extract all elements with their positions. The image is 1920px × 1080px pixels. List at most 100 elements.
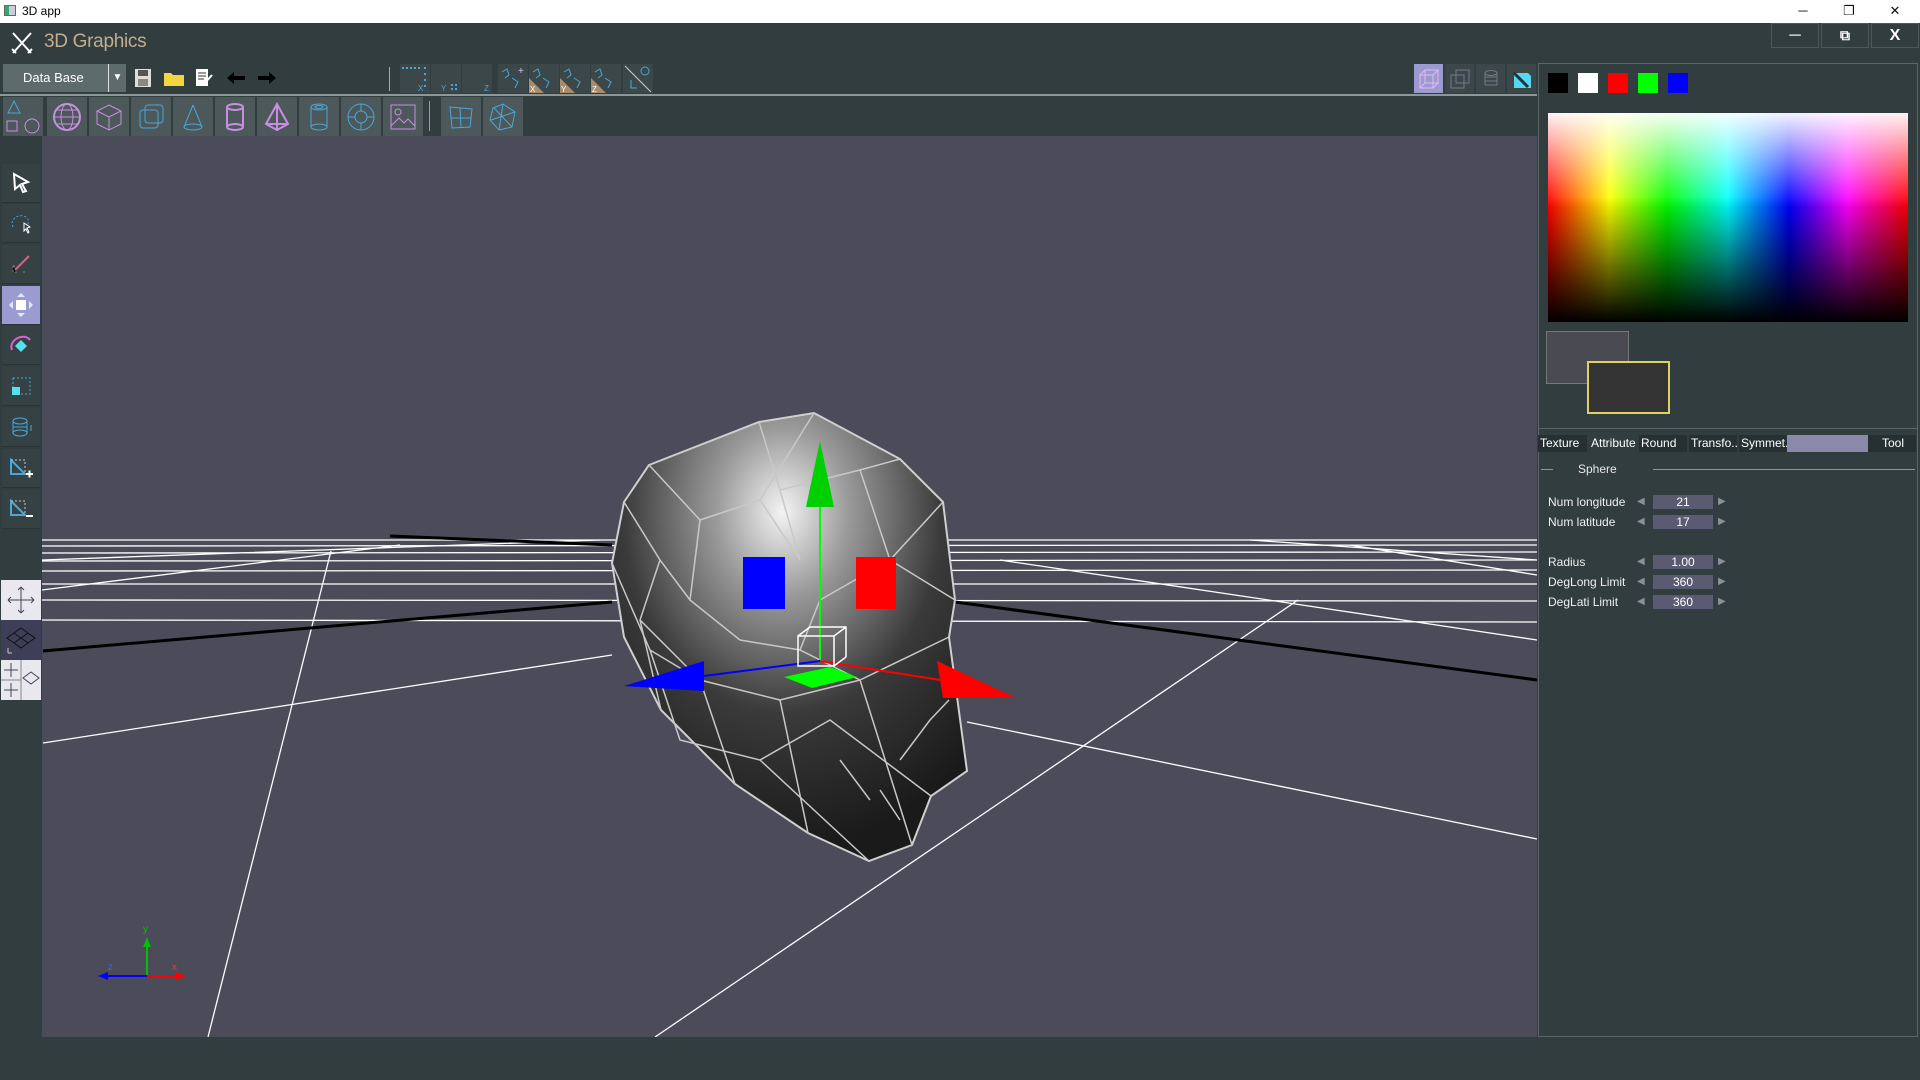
cone-button[interactable] (173, 97, 213, 136)
rotate-tool[interactable] (2, 326, 40, 365)
param-value-field[interactable]: 1.00 (1653, 555, 1713, 569)
os-close-button[interactable]: ✕ (1872, 0, 1918, 23)
tab-texture[interactable]: Texture (1538, 435, 1587, 452)
increment-arrow-icon[interactable]: ▶ (1718, 496, 1726, 507)
scatter-icon: + (501, 66, 524, 89)
decrement-arrow-icon[interactable]: ◀ (1637, 516, 1645, 527)
cube-button[interactable] (89, 97, 129, 136)
plane-deform-button[interactable] (441, 97, 481, 136)
param-label: Num latitude (1548, 515, 1616, 529)
decrement-arrow-icon[interactable]: ◀ (1637, 556, 1645, 567)
edge-tool[interactable] (2, 245, 40, 284)
param-value-field[interactable]: 17 (1653, 515, 1713, 529)
tube-button[interactable] (299, 97, 339, 136)
scale-tool[interactable] (2, 367, 40, 406)
yz-plane-handle (743, 557, 785, 609)
rounded-box-button[interactable] (131, 97, 171, 136)
lasso-select-tool[interactable] (2, 204, 40, 243)
redo-button[interactable] (255, 66, 279, 90)
minimize-button[interactable]: ─ (1771, 23, 1819, 48)
os-maximize-button[interactable]: ❐ (1826, 0, 1872, 23)
os-minimize-button[interactable]: ─ (1780, 0, 1826, 23)
torus-button[interactable] (341, 97, 381, 136)
swatch-blue[interactable] (1668, 73, 1688, 93)
move-tool[interactable] (2, 286, 40, 325)
database-dropdown[interactable]: Data Base ▼ (3, 64, 126, 92)
param-value-field[interactable]: 21 (1653, 495, 1713, 509)
edit-button[interactable] (192, 66, 216, 90)
select-tool[interactable] (2, 164, 40, 203)
mirror-y-button[interactable]: Y (560, 64, 590, 93)
svg-text:+: + (518, 66, 524, 77)
cursor-arrow-icon (12, 172, 31, 194)
param-value-field[interactable]: 360 (1653, 575, 1713, 589)
close-button[interactable]: X (1871, 23, 1919, 48)
wireframe-view-button[interactable] (1414, 64, 1443, 93)
layers-view-button[interactable] (1476, 64, 1505, 93)
status-bar (0, 1037, 1920, 1080)
sphere-button[interactable] (47, 97, 87, 136)
remove-triangle-icon (10, 498, 33, 517)
secondary-color-box[interactable] (1587, 361, 1670, 414)
solid-view-button[interactable] (1507, 64, 1536, 93)
add-triangle-icon (10, 457, 33, 478)
swatch-black[interactable] (1548, 73, 1568, 93)
wireframe-cube-icon (1419, 69, 1438, 88)
scatter-button[interactable]: + (498, 64, 528, 93)
increment-arrow-icon[interactable]: ▶ (1718, 576, 1726, 587)
plane-view-button[interactable] (1, 620, 41, 660)
svg-text:Y: Y (561, 85, 567, 93)
pyramid-button[interactable] (257, 97, 297, 136)
mirror-z-button[interactable]: Z (591, 64, 621, 93)
toolbar-separator (429, 101, 430, 131)
image-plane-button[interactable] (383, 97, 423, 136)
scene: y z x (42, 411, 1537, 1037)
color-picker-spectrum[interactable] (1548, 113, 1908, 322)
extrude-tool[interactable] (2, 408, 40, 447)
swatch-red[interactable] (1608, 73, 1628, 93)
grid-y-button[interactable]: Y (431, 64, 461, 93)
polyhedron-icon (489, 102, 516, 131)
tab-transform[interactable]: Transfo.. (1689, 435, 1737, 452)
tab-round[interactable]: Round (1639, 435, 1687, 452)
vertex-view-button[interactable] (1445, 64, 1474, 93)
add-face-tool[interactable] (2, 449, 40, 488)
open-button[interactable] (162, 66, 186, 90)
swatch-green[interactable] (1638, 73, 1658, 93)
plane-deform-icon (449, 105, 473, 129)
restore-button[interactable]: ⧉ (1821, 23, 1869, 48)
pan-view-button[interactable] (1, 580, 41, 620)
primitives-button[interactable] (3, 97, 43, 136)
mirror-x-button[interactable]: X (529, 64, 559, 93)
increment-arrow-icon[interactable]: ▶ (1718, 516, 1726, 527)
grid-x-button[interactable]: X (400, 64, 430, 93)
grid-z-button[interactable]: Z (462, 64, 492, 93)
tab-symmetry[interactable]: Symmet.. (1739, 435, 1787, 452)
param-value-field[interactable]: 360 (1653, 595, 1713, 609)
increment-arrow-icon[interactable]: ▶ (1718, 596, 1726, 607)
undo-button[interactable] (224, 66, 248, 90)
save-button[interactable] (131, 66, 155, 90)
increment-arrow-icon[interactable]: ▶ (1718, 556, 1726, 567)
tab-blank[interactable] (1787, 435, 1868, 452)
os-title-bar: 3D app ─ ❐ ✕ (0, 0, 1920, 23)
window-title: 3D app (22, 4, 61, 18)
sphere-icon (53, 102, 81, 131)
grid-z-icon: Z (484, 84, 489, 93)
decrement-arrow-icon[interactable]: ◀ (1637, 596, 1645, 607)
cylinder-extrude-icon (12, 417, 32, 437)
dropdown-value: Data Base (23, 70, 84, 85)
tab-attribute[interactable]: Attribute (1589, 435, 1637, 452)
save-icon (135, 69, 151, 87)
swatch-white[interactable] (1578, 73, 1598, 93)
world-axis-button[interactable] (623, 64, 653, 93)
decrement-arrow-icon[interactable]: ◀ (1637, 576, 1645, 587)
split-view-button[interactable] (1, 660, 41, 700)
polyhedron-button[interactable] (483, 97, 523, 136)
cylinder-button[interactable] (215, 97, 255, 136)
cylinder-icon (226, 102, 244, 131)
3d-viewport[interactable]: y z x (42, 136, 1537, 1037)
tab-tool[interactable]: Tool (1868, 435, 1916, 452)
decrement-arrow-icon[interactable]: ◀ (1637, 496, 1645, 507)
remove-face-tool[interactable] (2, 490, 40, 529)
